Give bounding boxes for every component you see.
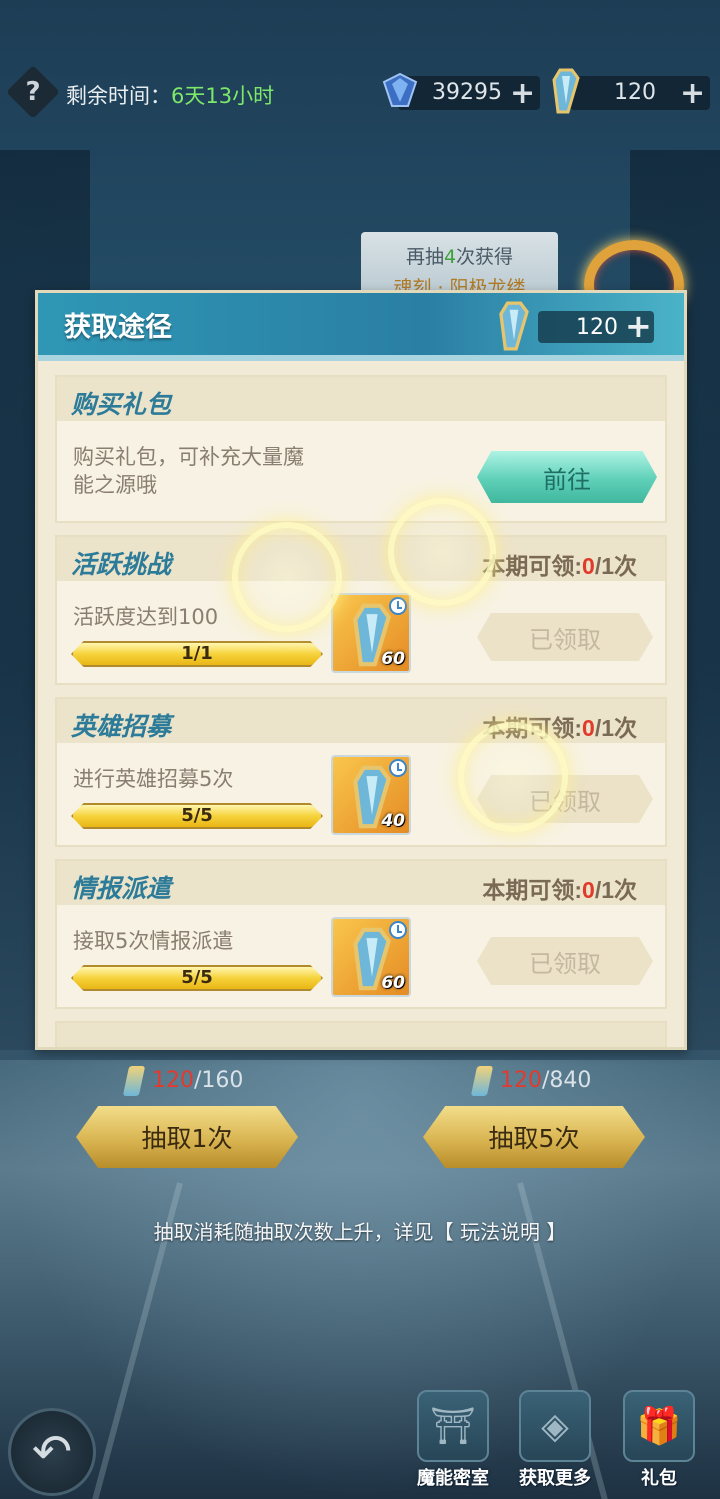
nav-get-more[interactable]: ◈ 获取更多	[510, 1390, 600, 1496]
claimed-button[interactable]: 已领取	[477, 613, 653, 661]
section-buy-gift: 购买礼包 购买礼包，可补充大量魔 能之源哦 前往	[55, 375, 667, 523]
nav-magic-chamber[interactable]: ⛩ 魔能密室	[408, 1390, 498, 1496]
section-title: 英雄招募	[71, 713, 172, 741]
section-title: 活跃挑战	[71, 551, 172, 579]
top-bar: ? 剩余时间：6天13小时 39295 + 120 +	[0, 65, 720, 119]
panel-crystal-value: 120	[576, 315, 618, 340]
panel-title: 获取途径	[64, 312, 172, 342]
clock-icon	[389, 597, 407, 615]
section-header: 购买礼包	[57, 377, 665, 421]
nav-gift-pack[interactable]: 🎁 礼包	[614, 1390, 704, 1496]
reward-count: 60	[381, 973, 405, 993]
section-title: 购买礼包	[71, 391, 172, 419]
chest-icon: ⛩	[417, 1390, 489, 1462]
nav-label: 礼包	[641, 1468, 677, 1489]
single-draw-cost: 120/160	[152, 1068, 244, 1093]
crystal-ticket-icon	[552, 68, 580, 114]
bonus-banner-line1: 再抽4次获得	[405, 246, 514, 268]
section-header: 活跃挑战 本期可领:0/1次	[57, 537, 665, 581]
reward-count: 60	[381, 649, 405, 669]
sparkle-effect	[458, 722, 568, 832]
diamond-frame-icon: ◈	[519, 1390, 591, 1462]
claim-quota: 本期可领:0/1次	[482, 877, 637, 903]
draw-rules-note[interactable]: 抽取消耗随抽取次数上升，详见【 玩法说明 】	[0, 1216, 720, 1245]
draw-five-button[interactable]: 抽取5次	[423, 1106, 645, 1168]
reward-item[interactable]: 40	[331, 755, 411, 835]
section-description: 购买礼包，可补充大量魔 能之源哦	[73, 445, 304, 497]
add-crystal-button[interactable]: +	[680, 76, 705, 111]
back-arrow-icon[interactable]: ↶	[8, 1408, 96, 1496]
task-description: 活跃度达到100	[73, 605, 219, 629]
nav-label: 魔能密室	[417, 1468, 489, 1489]
task-description: 进行英雄招募5次	[73, 767, 234, 791]
sparkle-effect	[232, 522, 342, 632]
task-description: 接取5次情报派遣	[73, 929, 234, 953]
add-diamond-button[interactable]: +	[510, 76, 535, 111]
section-hero-recruit: 英雄招募 本期可领:0/1次 进行英雄招募5次 5/5 40 已领取	[55, 697, 667, 847]
claimed-button[interactable]: 已领取	[477, 937, 653, 985]
clock-icon	[389, 759, 407, 777]
section-header: 英雄招募 本期可领:0/1次	[57, 699, 665, 743]
diamond-icon	[382, 72, 418, 107]
remaining-time-value: 6天13小时	[171, 84, 275, 108]
draw-once-button[interactable]: 抽取1次	[76, 1106, 298, 1168]
claim-quota: 本期可领:0/1次	[482, 553, 637, 579]
reward-count: 40	[381, 811, 405, 831]
sparkle-effect	[388, 498, 496, 606]
panel-add-crystal-button[interactable]: +	[625, 307, 652, 345]
five-draw-cost: 120/840	[500, 1068, 592, 1093]
nav-label: 获取更多	[519, 1468, 591, 1489]
progress-text: 5/5	[181, 805, 213, 826]
reward-item[interactable]: 60	[331, 917, 411, 997]
section-intel-dispatch: 情报派遣 本期可领:0/1次 接取5次情报派遣 5/5 60 已领取	[55, 859, 667, 1009]
diamond-value: 39295	[432, 80, 502, 105]
crystal-value: 120	[614, 80, 656, 105]
question-mark-icon[interactable]: ?	[14, 73, 52, 111]
remaining-time: 剩余时间：6天13小时	[66, 84, 275, 108]
panel-header: 获取途径 120 +	[38, 293, 684, 361]
section-activity-challenge: 活跃挑战 本期可领:0/1次 活跃度达到100 1/1 60 已领取	[55, 535, 667, 685]
progress-text: 1/1	[181, 643, 213, 664]
crystal-ticket-icon	[499, 301, 529, 351]
go-button[interactable]: 前往	[477, 451, 657, 503]
gift-icon: 🎁	[623, 1390, 695, 1462]
acquisition-panel: 获取途径 120 + 购买礼包 购买礼包，可补充大量魔 能之源哦 前往 活跃挑战…	[35, 290, 687, 1050]
clock-icon	[389, 921, 407, 939]
section-title: 情报派遣	[71, 875, 172, 903]
section-header: 情报派遣 本期可领:0/1次	[57, 861, 665, 905]
reward-item[interactable]: 60	[331, 593, 411, 673]
progress-text: 5/5	[181, 967, 213, 988]
next-section-peek	[55, 1021, 667, 1047]
